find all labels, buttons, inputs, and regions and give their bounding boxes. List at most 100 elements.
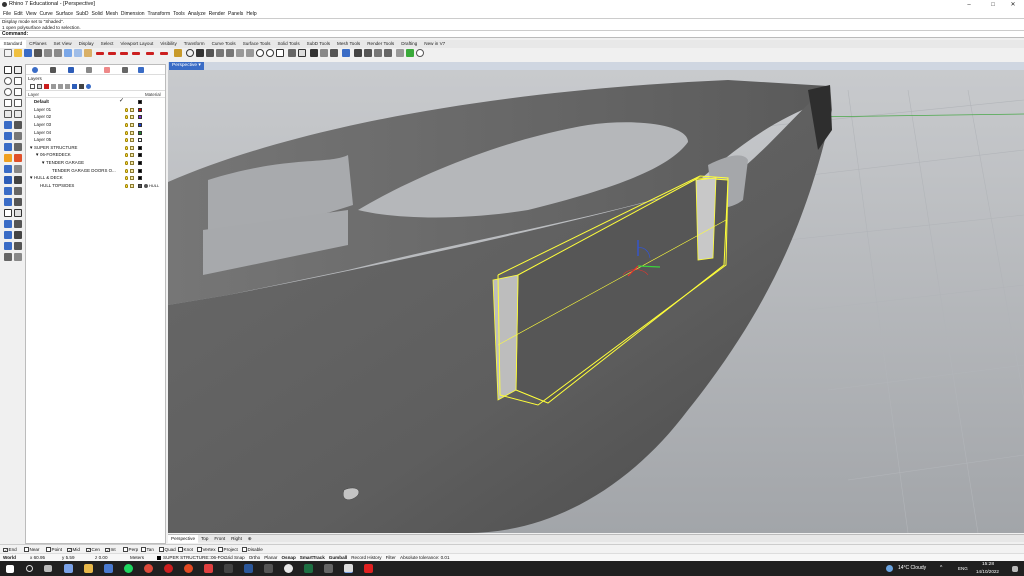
print-icon[interactable]	[34, 49, 42, 57]
menu-mesh[interactable]: Mesh	[106, 10, 118, 18]
cut-icon[interactable]	[64, 49, 72, 57]
control-points-icon[interactable]	[4, 242, 12, 250]
object-properties-icon[interactable]	[384, 49, 392, 57]
app-icon[interactable]	[324, 564, 333, 573]
camera-icon[interactable]	[196, 49, 204, 57]
display-tab-icon[interactable]	[68, 67, 74, 73]
layer-visible-bulb-icon[interactable]	[125, 107, 128, 112]
layer-lock-icon[interactable]	[130, 107, 134, 112]
tab-perspective[interactable]: Perspective	[168, 535, 199, 543]
layer-name[interactable]: Layer 01	[34, 106, 51, 114]
clock-time[interactable]: 15:28	[982, 562, 994, 567]
material-column-title[interactable]: Material	[145, 91, 161, 98]
free-form-icon[interactable]	[4, 110, 12, 118]
tab-standard[interactable]: Standard	[0, 40, 26, 48]
mesh-icon[interactable]	[4, 165, 12, 173]
lock-objects-icon[interactable]	[374, 49, 382, 57]
layer-lock-icon[interactable]	[130, 122, 134, 127]
layer-name[interactable]: SUPER STRUCTURE	[34, 144, 77, 152]
layer-row[interactable]: ▼ 06-FOREDECK	[26, 151, 165, 159]
tray-chevron-icon[interactable]: ^	[940, 565, 942, 571]
layer-color-swatch[interactable]	[138, 161, 142, 166]
analyze-icon[interactable]	[396, 49, 404, 57]
maximize-button[interactable]: □	[982, 0, 1004, 10]
menu-edit[interactable]: Edit	[14, 10, 23, 18]
delete-icon[interactable]	[146, 52, 154, 55]
word-icon[interactable]	[244, 564, 253, 573]
current-layer-check-icon[interactable]: ✓	[119, 98, 124, 106]
rhino-active-icon[interactable]	[344, 564, 353, 573]
layer-row[interactable]: Layer 03	[26, 121, 165, 129]
curve-icon[interactable]	[4, 77, 12, 85]
layer-row[interactable]: ▼ TENDER GARAGE	[26, 159, 165, 167]
layer-lock-icon[interactable]	[130, 115, 134, 120]
osnap-int[interactable]: ✓Int	[105, 546, 116, 553]
analysis-icon[interactable]	[4, 253, 12, 261]
layer-name[interactable]: Layer 05	[34, 136, 51, 144]
shaded-icon[interactable]	[310, 49, 318, 57]
clock-date[interactable]: 14/10/2022	[976, 569, 999, 574]
layer-lock-icon[interactable]	[130, 138, 134, 143]
rotate-view-icon[interactable]	[186, 49, 194, 57]
osnap-checkbox[interactable]	[123, 547, 128, 552]
layer-expander-icon[interactable]: ▼	[41, 159, 45, 167]
layer-name[interactable]: 06-FOREDECK	[40, 151, 71, 159]
move-to-parent-icon[interactable]	[65, 84, 70, 89]
layer-visible-bulb-icon[interactable]	[125, 145, 128, 150]
select-arrow-icon[interactable]	[4, 66, 12, 74]
point-icon[interactable]	[14, 66, 22, 74]
layer-color-swatch[interactable]	[138, 130, 142, 135]
tab-visibility[interactable]: Visibility	[157, 40, 181, 48]
layer-name[interactable]: Layer 04	[34, 129, 51, 137]
tab-surface-tools[interactable]: Surface Tools	[239, 40, 274, 48]
delete-layer-icon[interactable]	[44, 84, 49, 89]
layer-visible-bulb-icon[interactable]	[125, 176, 128, 181]
offset-icon[interactable]	[14, 220, 22, 228]
opera-icon[interactable]	[164, 564, 173, 573]
zoom-extents-icon[interactable]	[226, 49, 234, 57]
search-icon[interactable]	[26, 565, 33, 572]
perspective-viewport[interactable]	[168, 70, 1024, 533]
osnap-end[interactable]: ✓End	[3, 546, 17, 553]
layer-name[interactable]: TENDER GARAGE	[46, 159, 84, 167]
layer-help-icon[interactable]	[86, 84, 91, 89]
export-icon[interactable]	[54, 49, 62, 57]
blend-icon[interactable]	[4, 231, 12, 239]
help-tab-icon[interactable]	[86, 67, 92, 73]
move-layer-down-icon[interactable]	[58, 84, 63, 89]
osnap-checkbox[interactable]	[178, 547, 183, 552]
weather-cloud-icon[interactable]	[886, 565, 893, 572]
menu-panels[interactable]: Panels	[228, 10, 243, 18]
layer-color-swatch[interactable]	[138, 184, 142, 189]
rectangle-icon[interactable]	[4, 99, 12, 107]
layer-lock-icon[interactable]	[130, 145, 134, 150]
copy-icon[interactable]	[74, 49, 82, 57]
layer-row[interactable]: Default ✓	[26, 98, 165, 106]
osnap-checkbox[interactable]: ✓	[105, 547, 110, 552]
tab-mesh-tools[interactable]: Mesh Tools	[334, 40, 364, 48]
paste-icon[interactable]	[84, 49, 92, 57]
command-line[interactable]: Command:	[0, 31, 1024, 38]
show-icon[interactable]	[364, 49, 372, 57]
tab-viewport-layout[interactable]: Viewport Layout	[117, 40, 157, 48]
layer-color-swatch[interactable]	[138, 145, 142, 150]
osnap-mid[interactable]: ✓Mid	[67, 546, 80, 553]
tab-top[interactable]: Top	[198, 535, 211, 543]
tab-right[interactable]: Right	[228, 535, 245, 543]
undo-multiple-icon[interactable]	[120, 52, 128, 55]
layer-color-swatch[interactable]	[138, 100, 142, 104]
split-icon[interactable]	[4, 198, 12, 206]
osnap-tan[interactable]: Tan	[141, 546, 154, 553]
lock-icon[interactable]	[298, 49, 306, 57]
subd-icon[interactable]	[14, 165, 22, 173]
osnap-checkbox[interactable]	[218, 547, 223, 552]
materials-tab-icon[interactable]	[104, 67, 110, 73]
osnap-perp[interactable]: Perp	[123, 546, 138, 553]
layer-expander-icon[interactable]: ▼	[35, 151, 39, 159]
undo-view-icon[interactable]	[246, 49, 254, 57]
undo-icon[interactable]	[96, 52, 104, 55]
menu-render[interactable]: Render	[209, 10, 225, 18]
layer-lock-icon[interactable]	[130, 176, 134, 181]
options-icon[interactable]	[416, 49, 424, 57]
layer-column-title[interactable]: Layer	[28, 91, 39, 98]
